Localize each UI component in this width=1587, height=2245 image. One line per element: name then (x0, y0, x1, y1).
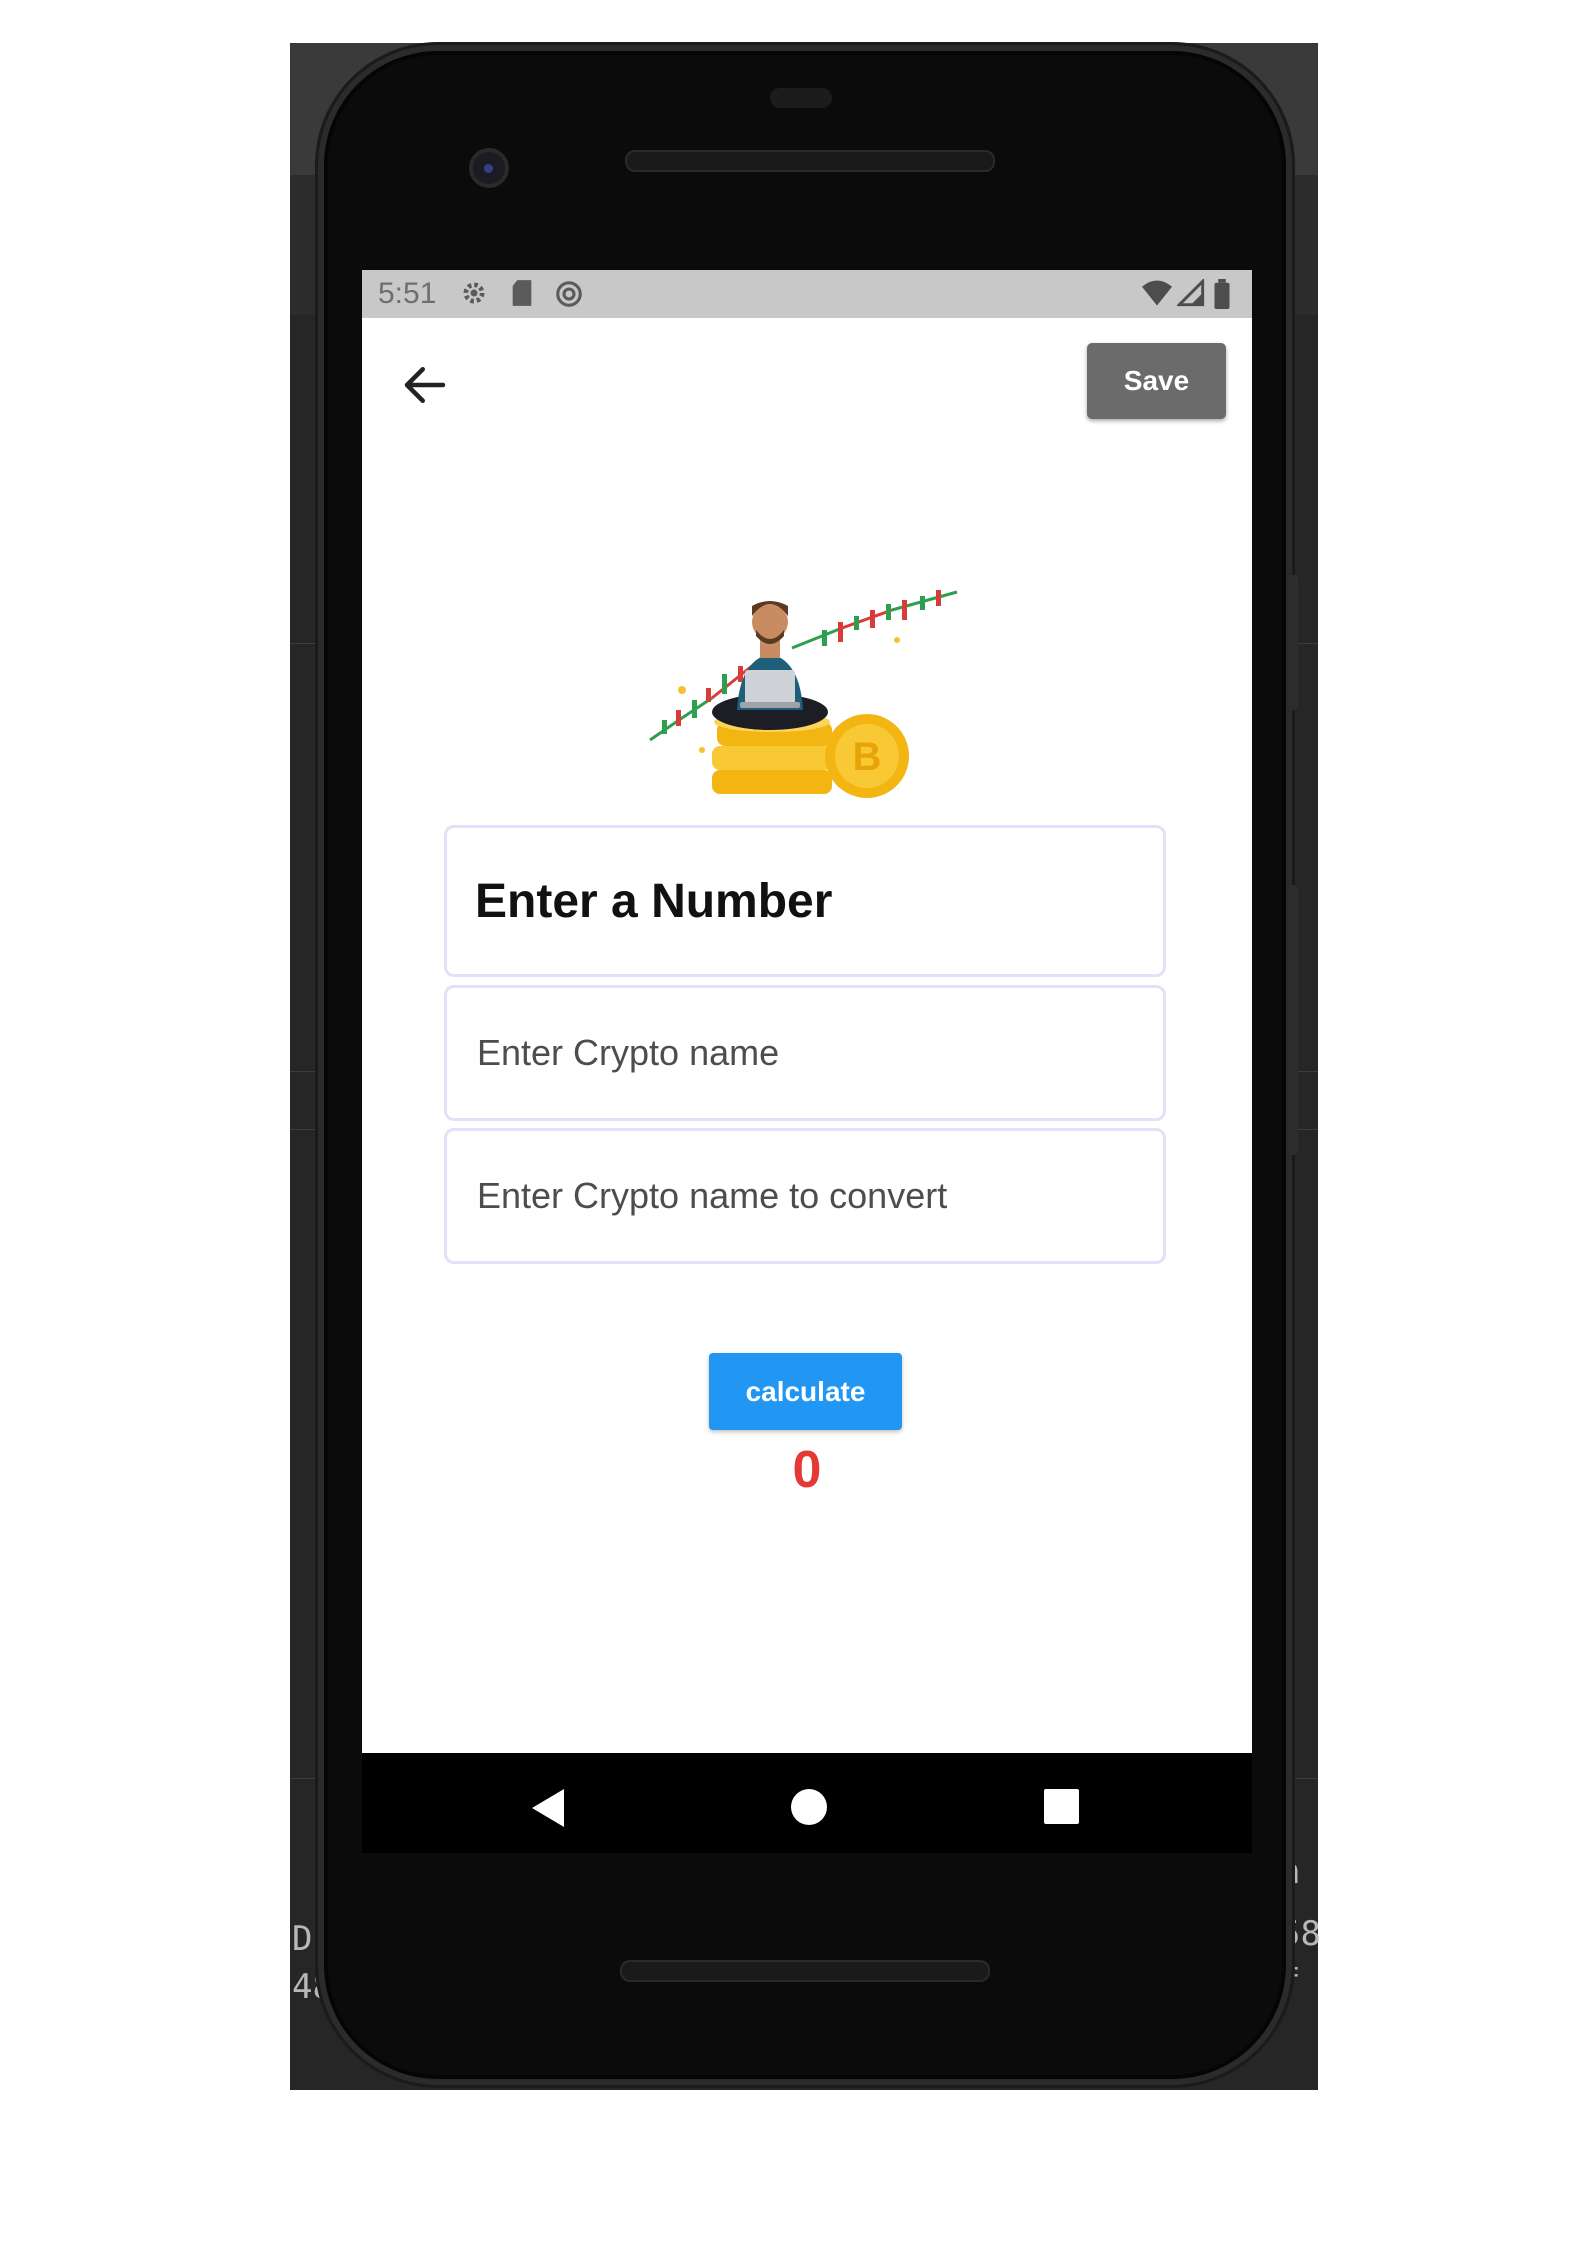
number-field-value: Enter a Number (475, 874, 833, 928)
save-button[interactable]: Save (1087, 343, 1226, 419)
status-bar: 5:51 (362, 270, 1252, 318)
result-value: 0 (792, 1441, 822, 1499)
calculate-button[interactable]: calculate (709, 1353, 902, 1430)
number-field[interactable]: Enter a Number (444, 825, 1166, 977)
home-circle-icon[interactable] (791, 1789, 827, 1825)
sync-icon (554, 279, 584, 315)
battery-icon (1214, 279, 1230, 315)
top-speaker-grille (625, 150, 995, 172)
earpiece (770, 88, 832, 108)
front-camera-icon (469, 148, 509, 188)
back-triangle-icon[interactable] (532, 1789, 564, 1827)
recents-square-icon[interactable] (1044, 1789, 1079, 1824)
app-screen: 5:51 Save B Enter a Number Enter Crypto … (362, 270, 1252, 1753)
crypto-trader-illustration: B (642, 570, 972, 800)
coin-symbol: B (853, 735, 882, 779)
volume-button (1288, 885, 1298, 1155)
power-button (1288, 575, 1298, 710)
bottom-speaker-grille (620, 1960, 990, 1982)
wifi-icon (1142, 279, 1172, 313)
crypto-name-field[interactable] (444, 985, 1166, 1121)
signal-icon (1175, 277, 1205, 313)
convert-to-field[interactable] (444, 1128, 1166, 1264)
android-nav-bar (362, 1753, 1252, 1853)
arrow-left-icon[interactable] (398, 358, 452, 412)
crypto-name-input[interactable] (475, 1031, 1163, 1075)
convert-to-input[interactable] (475, 1174, 1163, 1218)
settings-icon (460, 279, 488, 313)
status-time: 5:51 (378, 277, 437, 310)
sd-card-icon (510, 279, 534, 313)
